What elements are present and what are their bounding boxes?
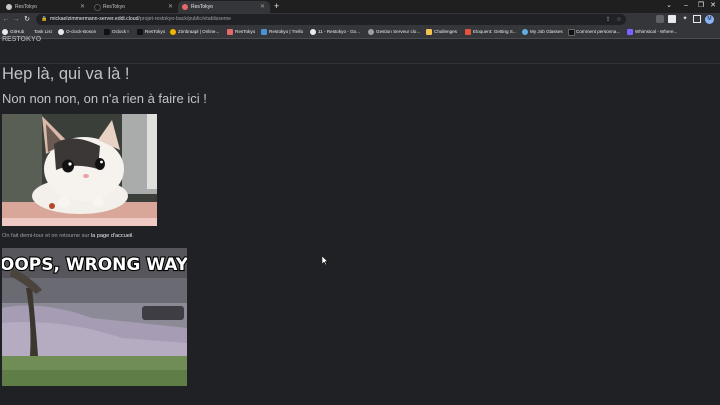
oclock-icon	[104, 29, 110, 35]
close-window-button[interactable]: ✕	[706, 1, 720, 11]
tab-title: ResTokyo	[103, 4, 125, 10]
tab-restokyo-1[interactable]: ResTokyo ✕	[2, 1, 90, 13]
close-tab-icon[interactable]: ✕	[168, 2, 173, 12]
extension-icon[interactable]	[656, 15, 664, 23]
tab-title: ResTokyo	[191, 4, 213, 10]
oops-wrong-way-image: OOPS, WRONG WAY	[2, 248, 187, 386]
github-icon	[58, 29, 64, 35]
forward-button[interactable]: →	[11, 14, 21, 25]
close-tab-icon[interactable]: ✕	[80, 2, 85, 12]
site-brand[interactable]: RESTOKYO	[2, 36, 41, 43]
new-tab-button[interactable]: +	[274, 1, 279, 12]
home-page-link[interactable]: la page d'accueil	[91, 233, 133, 239]
tab-search-icon[interactable]: ⌄	[662, 1, 676, 11]
share-icon[interactable]: ⇪	[604, 16, 612, 24]
mouse-cursor-icon	[322, 256, 328, 265]
restokyo-icon	[137, 29, 143, 35]
redirect-caption: On fait demi-tour et on retourne sur la …	[2, 233, 134, 239]
tab-restokyo-2[interactable]: ResTokyo ✕	[90, 1, 178, 13]
restokyo-favicon-icon	[182, 4, 188, 10]
extension-icon[interactable]	[668, 15, 676, 23]
minimize-button[interactable]: –	[679, 1, 693, 11]
glasses-icon	[522, 29, 528, 35]
bookmarks-bar: GitHub Task List O-clock-Boson Oclock ! …	[0, 26, 720, 39]
github-icon	[2, 29, 8, 35]
side-panel-icon[interactable]	[693, 15, 701, 23]
restokyo-favicon-icon	[6, 4, 12, 10]
tab-restokyo-active[interactable]: ResTokyo ✕	[178, 1, 270, 13]
folder-icon	[426, 29, 432, 35]
back-button[interactable]: ←	[1, 14, 11, 25]
meme-caption: OOPS, WRONG WAY	[2, 255, 187, 275]
zimbra-icon	[170, 29, 176, 35]
server-icon	[368, 29, 374, 35]
page-content: RESTOKYO Hep là, qui va là ! Non non non…	[0, 36, 720, 405]
url-path: /projet-restokyo-back/public/etablisseme	[138, 16, 232, 22]
browser-toolbar: ← → ↻ 🔒 mickaelzimmermann-server.eddi.cl…	[0, 13, 720, 26]
cat-image	[2, 114, 157, 226]
reload-button[interactable]: ↻	[22, 14, 32, 25]
tab-strip: ResTokyo ✕ ResTokyo ✕ ResTokyo ✕ + ⌄ – ❐…	[0, 0, 720, 13]
google-icon	[310, 29, 316, 35]
close-tab-icon[interactable]: ✕	[260, 2, 265, 12]
lock-icon: 🔒	[41, 16, 48, 22]
bookmark-star-icon[interactable]: ☆	[615, 16, 623, 24]
url-host: mickaelzimmermann-server.eddi.cloud	[50, 16, 139, 22]
tab-title: ResTokyo	[15, 4, 37, 10]
puzzle-extensions-icon[interactable]: ✦	[681, 15, 689, 23]
github-icon	[568, 29, 575, 36]
page-title: Hep là, qui va là !	[2, 65, 130, 83]
laravel-icon	[465, 29, 471, 35]
address-bar[interactable]: 🔒 mickaelzimmermann-server.eddi.cloud/pr…	[36, 14, 626, 25]
page-subtitle: Non non non, on n'a rien à faire ici !	[2, 91, 207, 106]
trello-icon	[261, 29, 267, 35]
page-icon	[26, 29, 32, 35]
url-text: mickaelzimmermann-server.eddi.cloud/proj…	[50, 15, 231, 24]
restokyo-icon	[227, 29, 233, 35]
site-navbar: RESTOKYO	[0, 36, 720, 64]
whimsical-icon	[627, 29, 633, 35]
profile-avatar[interactable]: M	[705, 15, 714, 24]
restokyo-favicon-icon	[94, 4, 101, 11]
